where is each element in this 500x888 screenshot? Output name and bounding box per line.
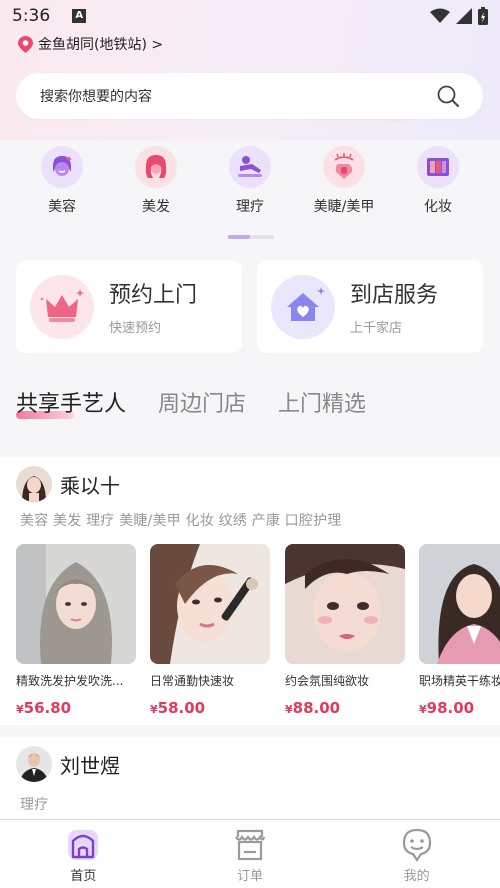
- service-name: 日常通勤快速妆: [150, 674, 235, 688]
- tab-label: 上门精选: [278, 392, 367, 417]
- service-item[interactable]: 职场精英干练妆 ¥98.00: [419, 544, 500, 717]
- avatar: [16, 466, 52, 502]
- order-icon: [235, 829, 266, 861]
- search-icon[interactable]: [437, 85, 459, 107]
- location-pin-icon: [18, 35, 33, 53]
- face-icon: [41, 146, 83, 188]
- wifi-icon: [430, 8, 450, 23]
- house-icon: [271, 274, 335, 339]
- nav-label: 我的: [403, 869, 430, 884]
- artist-service-tags: 理疗: [20, 797, 49, 813]
- category-label: 美容: [48, 199, 76, 215]
- notification-a-icon: A: [72, 9, 87, 23]
- search-input[interactable]: 搜索你想要的内容: [40, 86, 437, 106]
- category-label: 理疗: [236, 199, 264, 215]
- category-item-nail[interactable]: 美睫/美甲: [297, 146, 391, 226]
- card-title: 到店服务: [350, 283, 439, 308]
- search-bar[interactable]: 搜索你想要的内容: [16, 73, 483, 119]
- service-name: 职场精英干练妆: [419, 674, 500, 688]
- tab-label: 周边门店: [158, 392, 247, 417]
- service-item[interactable]: 约会氛围纯欲妆 ¥88.00: [285, 544, 405, 717]
- home-service-card[interactable]: 预约上门 快速预约: [16, 260, 242, 353]
- status-time: 5:36: [12, 6, 51, 26]
- service-photo: [419, 544, 500, 664]
- tab-home-picks[interactable]: 上门精选: [278, 386, 366, 418]
- nav-label: 首页: [70, 869, 97, 884]
- status-icons: [430, 7, 488, 25]
- artist-name: 刘世煜: [60, 753, 120, 778]
- nav-orders[interactable]: 订单: [167, 820, 334, 888]
- service-photo: [150, 544, 270, 664]
- status-bar: 5:36 A: [0, 0, 500, 32]
- service-name: 约会氛围纯欲妆: [285, 674, 370, 688]
- tab-label: 共享手艺人: [16, 392, 127, 417]
- artist-card[interactable]: 乘以十 美容 美发 理疗 美睫/美甲 化妆 纹绣 产康 口腔护理 精致洗发护发吹…: [0, 457, 500, 725]
- category-item-beauty[interactable]: 美容: [15, 146, 109, 226]
- artist-service-tags: 美容 美发 理疗 美睫/美甲 化妆 纹绣 产康 口腔护理: [20, 513, 342, 529]
- makeup-palette-icon: [417, 146, 459, 188]
- service-name: 精致洗发护发吹洗...: [16, 674, 124, 688]
- nail-icon: [323, 146, 365, 188]
- service-item[interactable]: 精致洗发护发吹洗... ¥56.80: [16, 544, 136, 717]
- card-title: 预约上门: [109, 283, 198, 308]
- home-icon: [68, 830, 99, 860]
- service-price: ¥56.80: [16, 699, 72, 717]
- location-selector[interactable]: 金鱼胡同(地铁站) >: [18, 34, 163, 54]
- category-label: 美发: [142, 199, 170, 215]
- service-photo: [285, 544, 405, 664]
- avatar: [16, 746, 52, 782]
- nav-label: 订单: [237, 869, 264, 884]
- category-item-makeup[interactable]: 化妆: [391, 146, 485, 226]
- service-price: ¥88.00: [285, 699, 341, 717]
- battery-icon: [478, 7, 488, 25]
- category-label: 化妆: [424, 199, 452, 215]
- hair-icon: [135, 146, 177, 188]
- in-store-service-card[interactable]: 到店服务 上千家店: [257, 260, 483, 353]
- service-price: ¥98.00: [419, 699, 475, 717]
- massage-icon: [229, 146, 271, 188]
- category-label: 美睫/美甲: [313, 199, 375, 215]
- nav-profile[interactable]: 我的: [333, 820, 500, 888]
- service-item[interactable]: 日常通勤快速妆 ¥58.00: [150, 544, 270, 717]
- category-row: 美容 美发 理疗 美睫/美甲 化妆: [0, 146, 500, 226]
- artist-name: 乘以十: [60, 473, 120, 498]
- service-price: ¥58.00: [150, 699, 206, 717]
- tab-artisans[interactable]: 共享手艺人: [16, 386, 127, 419]
- profile-icon: [402, 828, 431, 862]
- nav-home[interactable]: 首页: [0, 820, 167, 888]
- content-tabs: 共享手艺人 周边门店 上门精选: [16, 386, 398, 419]
- category-item-hair[interactable]: 美发: [109, 146, 203, 226]
- category-item-therapy[interactable]: 理疗: [203, 146, 297, 226]
- crown-icon: [30, 274, 94, 339]
- card-subtitle: 快速预约: [109, 321, 162, 336]
- location-text: 金鱼胡同(地铁站) >: [38, 37, 164, 53]
- signal-icon: [456, 8, 472, 24]
- category-page-indicator: [228, 235, 274, 239]
- tab-nearby-stores[interactable]: 周边门店: [158, 386, 246, 418]
- bottom-navigation: 首页 订单 我的: [0, 819, 500, 888]
- service-photo: [16, 544, 136, 664]
- card-subtitle: 上千家店: [350, 321, 403, 336]
- artist-card[interactable]: 刘世煜 理疗: [0, 737, 500, 819]
